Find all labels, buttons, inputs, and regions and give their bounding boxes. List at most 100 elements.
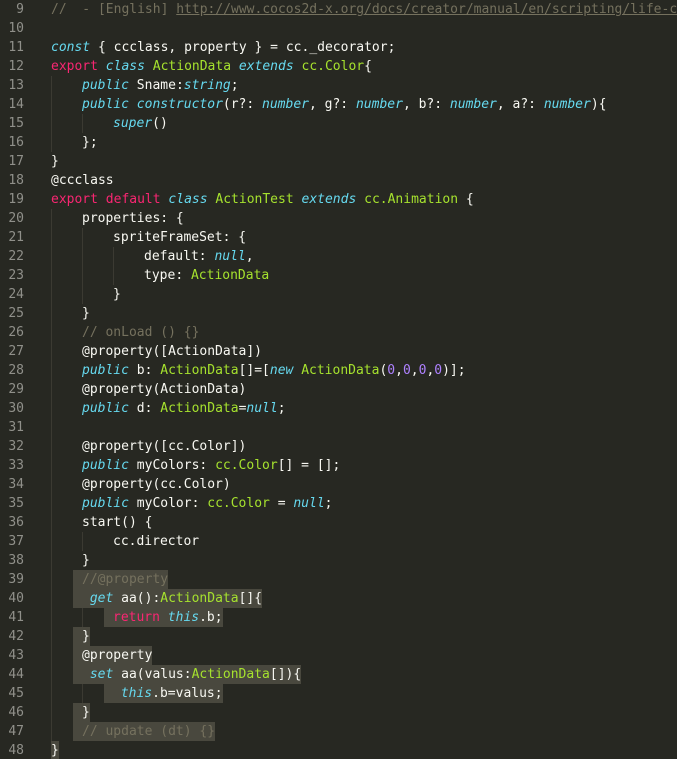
code-token: ; [324,496,333,511]
code-token: ActionData [160,363,239,378]
code-line[interactable]: 21 spriteFrameSet: { [0,228,677,247]
code-text: spriteFrameSet: { [113,228,246,247]
indent-guide [51,570,52,589]
code-line[interactable]: 27 @property([ActionData]) [0,342,677,361]
line-number: 9 [16,2,24,17]
code-token: { [458,192,474,207]
code-line[interactable]: 37 cc.director [0,532,677,551]
code-line[interactable]: 22 default: null, [0,247,677,266]
code-line[interactable]: 32 @property([cc.Color]) [0,437,677,456]
code-token: aa(valus: [113,667,192,682]
code-token: d: [128,401,161,416]
indent-guide [51,266,52,285]
code-line[interactable]: 12 export class ActionData extends cc.Col… [0,57,677,76]
indent-guide [51,437,52,456]
code-token: ActionTest [215,192,294,207]
code-line[interactable]: 18 @ccclass [0,171,677,190]
line-number: 13 [8,78,24,93]
code-editor[interactable]: 9 // - [English] http://www.cocos2d-x.org… [0,0,677,759]
code-line[interactable]: 33 public myColors: cc.Color[] = []; [0,456,677,475]
code-line[interactable]: 34 @property(cc.Color) [0,475,677,494]
code-line[interactable]: 23 type: ActionData [0,266,677,285]
code-line[interactable]: 48} [0,741,677,759]
code-token: ; [387,40,396,55]
code-line[interactable]: 17} [0,152,677,171]
line-number: 10 [8,21,24,36]
code-line[interactable]: 43 @property [0,646,677,665]
code-token: : { [160,211,184,226]
code-token: = [269,496,294,511]
code-line[interactable]: 47 // update (dt) {} [0,722,677,741]
code-token: spriteFrameSet [113,230,223,245]
code-token: const [51,40,91,55]
indent-guide [51,304,52,323]
line-number: 45 [8,686,24,701]
code-line[interactable]: 31 [0,418,677,437]
code-text: public b: ActionData[]=[new ActionData(0… [82,361,466,380]
indent-guide [51,247,52,266]
code-line[interactable]: 16}; [0,133,677,152]
code-token: []=[ [238,363,270,378]
code-line[interactable]: 28 public b: ActionData[]=[new ActionData… [0,361,677,380]
line-number: 32 [8,439,24,454]
code-line[interactable]: 44 set aa(valus:ActionData[]){ [0,665,677,684]
indent-guide [82,285,83,304]
code-token: null [214,249,246,264]
code-line[interactable]: 45 this.b=valus; [0,684,677,703]
code-line[interactable]: 30 public d: ActionData=null; [0,399,677,418]
line-number: 23 [8,268,24,283]
code-token: ccclass [113,40,169,55]
code-token: { [90,40,114,55]
code-text: // update (dt) {} [82,722,216,741]
code-token: ActionData [160,401,239,416]
code-line[interactable]: 41 return this.b; [0,608,677,627]
line-number: 15 [8,116,24,131]
code-line[interactable]: 40 get aa():ActionData[]{ [0,589,677,608]
code-line[interactable]: 13 public Sname:string; [0,76,677,95]
code-line[interactable]: 29 @property(ActionData) [0,380,677,399]
code-token: number [543,97,591,112]
code-line[interactable]: 10 [0,19,677,38]
code-line[interactable]: 46} [0,703,677,722]
code-token: myColors: [128,458,216,473]
indent-guide [51,133,52,152]
line-number: 31 [8,420,24,435]
code-line[interactable]: 14 public constructor(r?: number, g?: num… [0,95,677,114]
code-token: export [51,59,98,74]
code-line[interactable]: 19 export default class ActionTest extend… [0,190,677,209]
code-line[interactable]: 38} [0,551,677,570]
code-line[interactable]: 39 //@property [0,570,677,589]
code-text: export default class ActionTest extends … [51,190,474,209]
code-token: type [144,268,176,283]
indent-guide [82,608,83,627]
code-line[interactable]: 24} [0,285,677,304]
code-text: public Sname:string; [82,76,239,95]
selection-highlight [73,722,82,741]
code-token: class [105,59,145,74]
code-line[interactable]: 15 super() [0,114,677,133]
code-line[interactable]: 26 // onLoad () {} [0,323,677,342]
code-line[interactable]: 9 // - [English] http://www.cocos2d-x.org… [0,0,677,19]
code-token: cc.Animation [364,192,459,207]
code-token: default [105,192,161,207]
code-token: constructor [136,97,223,112]
code-line[interactable]: 25} [0,304,677,323]
line-number: 42 [8,629,24,644]
indent-guide [113,247,114,266]
code-line[interactable]: 36 start() { [0,513,677,532]
code-token: )]; [442,363,466,378]
code-token: , [245,249,254,264]
code-line[interactable]: 11 const { ccclass, property } = cc._deco… [0,38,677,57]
code-token: number [262,97,309,112]
code-line[interactable]: 35 public myColor: cc.Color = null; [0,494,677,513]
code-line[interactable]: 42} [0,627,677,646]
code-token: .b=valus; [152,686,223,701]
code-line[interactable]: 20 properties: { [0,209,677,228]
code-text: @property(cc.Color) [82,475,231,494]
